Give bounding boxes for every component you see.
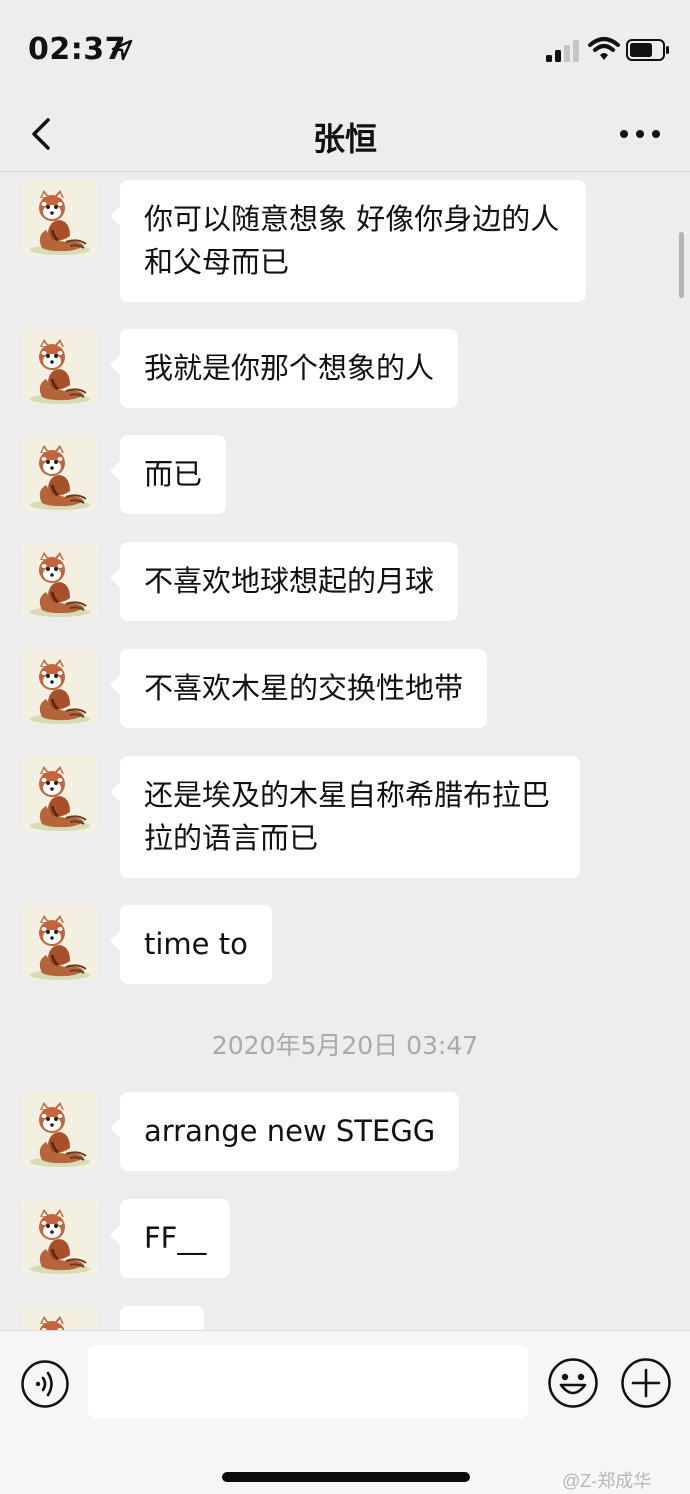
message-bubble[interactable]: 我就是你那个想象的人: [109, 329, 459, 408]
message-bubble[interactable]: 不喜欢木星的交换性地带: [109, 649, 488, 728]
red-panda-avatar[interactable]: [22, 435, 98, 511]
scrollbar[interactable]: [679, 232, 684, 298]
input-bar: @Z-郑成华: [0, 1330, 690, 1494]
nav-bar: 张恒: [0, 100, 690, 172]
red-panda-avatar[interactable]: [22, 542, 98, 618]
message-timestamp: 2020年5月20日 03:47: [211, 1031, 479, 1060]
wifi-icon: [588, 37, 620, 60]
red-panda-avatar[interactable]: [22, 1092, 98, 1168]
cellular-signal-icon: [546, 40, 579, 62]
message-bubble[interactable]: FF__: [109, 1199, 231, 1278]
red-panda-avatar[interactable]: [22, 756, 98, 832]
red-panda-avatar[interactable]: [22, 649, 98, 725]
voice-icon[interactable]: [20, 1359, 70, 1409]
message-bubble[interactable]: time to: [110, 905, 272, 984]
plus-icon[interactable]: [620, 1357, 672, 1409]
chat-message-list[interactable]: 你可以随意想象 好像你身边的人和父母而已 我就是你那个想象的人 而已 不喜欢地球…: [0, 172, 690, 1330]
message-input[interactable]: [88, 1345, 528, 1419]
red-panda-avatar[interactable]: [22, 1306, 98, 1330]
emoji-icon[interactable]: [547, 1357, 599, 1409]
message-bubble[interactable]: 你可以随意想象 好像你身边的人和父母而已: [110, 180, 586, 302]
status-bar: 02:37: [0, 0, 690, 100]
red-panda-avatar[interactable]: [22, 180, 98, 256]
message-bubble[interactable]: arrange new STEGG: [109, 1092, 460, 1171]
watermark: @Z-郑成华: [562, 1471, 652, 1491]
message-bubble[interactable]: 而已: [109, 435, 227, 514]
red-panda-avatar[interactable]: [22, 329, 98, 405]
home-indicator[interactable]: [222, 1472, 470, 1482]
battery-icon: [626, 39, 669, 61]
message-bubble[interactable]: 不喜欢地球想起的月球: [109, 542, 459, 621]
more-dots-icon[interactable]: [618, 124, 662, 144]
location-arrow-icon: [111, 39, 133, 61]
red-panda-avatar[interactable]: [22, 1199, 98, 1275]
message-bubble[interactable]: 还是埃及的木星自称希腊布拉巴拉的语言而已: [110, 756, 580, 878]
chat-title: 张恒: [312, 120, 377, 158]
message-bubble[interactable]: [120, 1306, 204, 1330]
red-panda-avatar[interactable]: [22, 905, 98, 981]
